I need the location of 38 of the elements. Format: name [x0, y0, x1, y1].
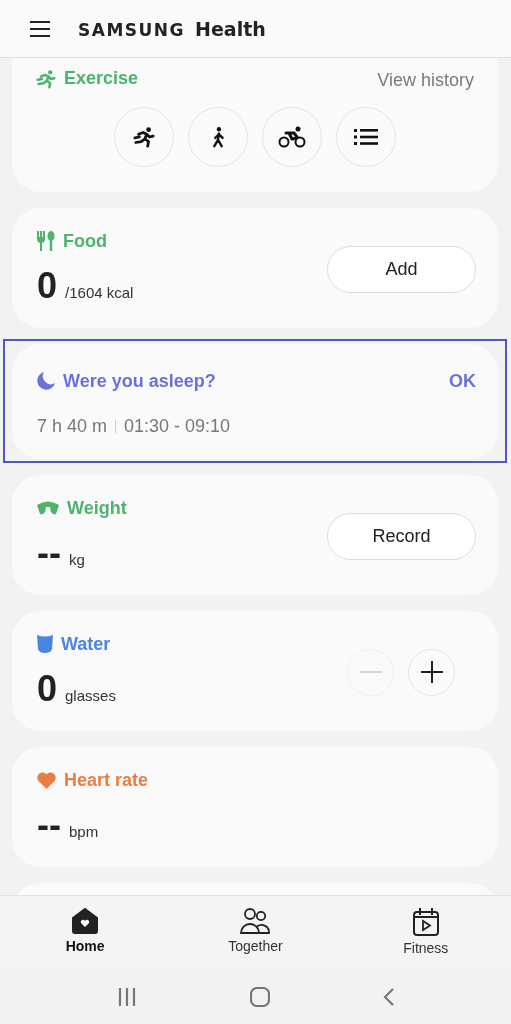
value-text: 0 [37, 667, 58, 711]
calendar-play-icon [412, 908, 439, 936]
sleep-time-range: 01:30 - 09:10 [124, 416, 231, 437]
card-title: Exercise [64, 68, 139, 89]
minus-icon [359, 670, 382, 674]
unit-text: glasses [65, 687, 116, 704]
card-title: Water [61, 633, 111, 655]
nav-tab[interactable]: Home [0, 896, 171, 970]
people-icon [240, 908, 271, 934]
card-title: Weight [67, 497, 127, 519]
runner-icon [133, 126, 155, 148]
cyclist-icon [278, 125, 306, 149]
menu-icon[interactable] [30, 20, 50, 37]
view-history-link[interactable]: View history [377, 70, 474, 91]
nav-tab[interactable]: Fitness [340, 896, 511, 970]
home-icon [72, 908, 99, 934]
recent-apps-icon[interactable] [116, 988, 137, 1006]
nav-tab[interactable]: Together [170, 896, 341, 970]
unit-text: bpm [69, 823, 99, 840]
unit-text: kg [69, 551, 85, 568]
sleep-duration: 7 h 40 m [37, 416, 108, 437]
add-button[interactable]: Add [327, 245, 476, 293]
record-button[interactable]: Record [327, 512, 476, 560]
card-title: Were you asleep? [63, 370, 216, 392]
card-title: Heart rate [64, 769, 149, 791]
home-button-icon[interactable] [250, 987, 270, 1007]
list-icon [354, 128, 378, 146]
ok-button[interactable]: OK [449, 370, 476, 392]
unit-text: /1604 kcal [65, 284, 134, 301]
plus-icon [420, 661, 443, 683]
card-title: Food [63, 230, 107, 252]
app-title: Health [195, 17, 266, 40]
increase-button[interactable] [408, 648, 455, 696]
back-icon[interactable] [383, 988, 395, 1006]
brand-logo-text: SAMSUNG [78, 19, 186, 40]
value-text: 0 [37, 264, 58, 308]
value-text: -- [37, 531, 61, 575]
value-text: -- [37, 803, 61, 847]
